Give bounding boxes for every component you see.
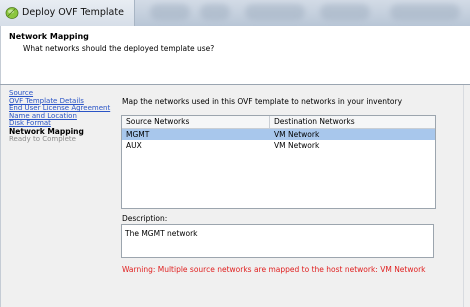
page-title: Network Mapping <box>9 32 89 41</box>
blurred-background <box>150 4 190 20</box>
mapping-instruction: Map the networks used in this OVF templa… <box>122 97 403 106</box>
description-label: Description: <box>122 214 168 223</box>
blurred-background <box>320 4 370 20</box>
column-header-destination-networks[interactable]: Destination Networks <box>270 116 435 128</box>
step-ready-to-complete: Ready to Complete <box>9 134 76 143</box>
warning-message: Warning: Multiple source networks are ma… <box>122 265 426 274</box>
column-header-source-networks[interactable]: Source Networks <box>122 116 270 128</box>
destination-network-cell[interactable]: VM Network <box>270 129 435 140</box>
blurred-background <box>245 4 305 20</box>
source-network-cell: MGMT <box>126 130 150 139</box>
table-header: Source Networks Destination Networks <box>122 116 435 129</box>
window-titlebar[interactable]: Deploy OVF Template <box>0 0 470 26</box>
ovf-deploy-icon <box>5 7 19 19</box>
table-row[interactable]: MGMT VM Network <box>122 129 435 140</box>
destination-network-cell[interactable]: VM Network <box>270 140 435 151</box>
table-row[interactable]: AUX VM Network <box>122 140 435 151</box>
page-subtitle: What networks should the deployed templa… <box>23 44 215 53</box>
wizard-steps: Source OVF Template Details End User Lic… <box>9 89 110 143</box>
wizard-header: Network Mapping What networks should the… <box>0 26 470 84</box>
blurred-background <box>390 4 460 20</box>
panel-edge <box>463 85 464 307</box>
blurred-background <box>200 4 230 20</box>
network-mapping-table[interactable]: Source Networks Destination Networks MGM… <box>121 115 436 209</box>
description-text: The MGMT network <box>125 229 198 238</box>
description-box: The MGMT network <box>121 224 434 258</box>
window-title-tab[interactable]: Deploy OVF Template <box>0 0 135 26</box>
window-title: Deploy OVF Template <box>22 7 124 18</box>
wizard-content: Source OVF Template Details End User Lic… <box>0 85 470 307</box>
source-network-cell: AUX <box>126 141 142 150</box>
